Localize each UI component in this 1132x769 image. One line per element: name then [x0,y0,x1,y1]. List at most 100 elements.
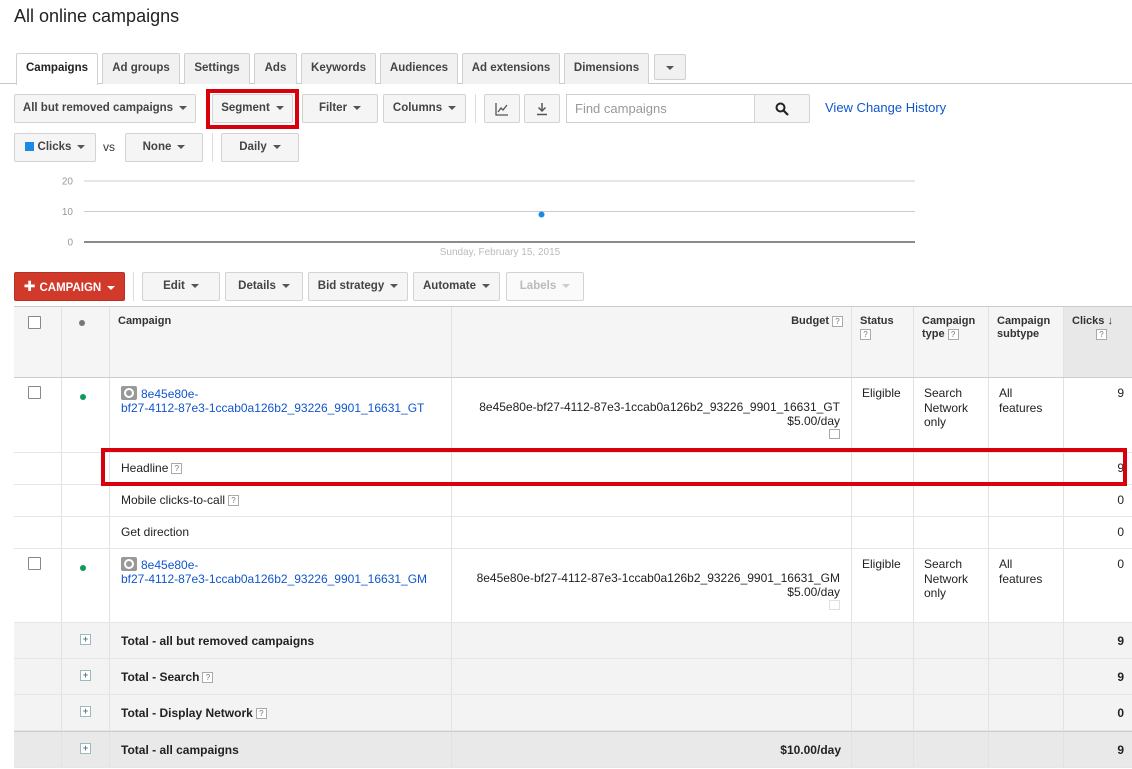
campaign-type-text: Search [924,557,963,571]
help-icon[interactable]: ? [947,328,959,340]
segment-clicks-cell: 0 [1063,517,1132,548]
labels-button[interactable]: Labels [506,272,584,301]
help-icon[interactable]: ? [832,315,843,327]
segment-button[interactable]: Segment [212,94,293,123]
expand-icon[interactable]: + [80,670,91,681]
help-icon[interactable]: ? [1096,328,1107,340]
filter-label: Filter [318,102,348,114]
help-icon[interactable]: ? [202,672,214,684]
header-clicks[interactable]: Clicks ↓? [1063,307,1132,377]
header-campaign-type[interactable]: Campaign type? [913,307,988,377]
budget-cell: 8e45e80e-bf27-4112-87e3-1ccab0a126b2_932… [451,378,851,452]
expand-icon[interactable]: + [80,634,91,645]
campaign-name-cell: 8e45e80e-bf27-4112-87e3-1ccab0a126b2_932… [109,549,451,622]
filter-button[interactable]: Filter [302,94,378,123]
columns-button[interactable]: Columns [383,94,466,123]
tab-settings[interactable]: Settings [184,53,250,84]
budget-amount[interactable]: $5.00/day [787,414,840,428]
header-status[interactable]: Status? [851,307,913,377]
help-icon[interactable]: ? [860,328,871,340]
total-empty-cell [851,732,913,767]
row-checkbox[interactable] [28,386,41,399]
chart-data-point[interactable] [538,211,545,218]
total-clicks-cell: 9 [1063,623,1132,658]
row-checkbox[interactable] [28,557,41,570]
budget-trend-icon[interactable] [829,429,840,439]
total-budget-cell [451,659,851,694]
budget-trend-icon[interactable] [829,600,840,610]
total-label: Total - Search [121,670,200,684]
enabled-status-dot-icon[interactable] [80,565,86,571]
tab-more-button[interactable] [654,54,686,80]
tab-keywords[interactable]: Keywords [301,53,376,84]
add-campaign-button[interactable]: ✚ CAMPAIGN [14,272,125,301]
metric1-dropdown[interactable]: Clicks [14,133,96,162]
metric2-dropdown[interactable]: None [125,133,203,162]
campaign-subtype-text: features [999,400,1043,415]
tab-audiences[interactable]: Audiences [380,53,458,84]
enabled-status-dot-icon[interactable] [80,394,86,400]
total-empty-cell [988,732,1063,767]
campaign-name-link[interactable]: 8e45e80e- [141,387,198,401]
campaign-name-link[interactable]: bf27-4112-87e3-1ccab0a126b2_93226_9901_1… [121,572,427,586]
total-expand-cell: + [61,732,109,767]
segment-empty-cell [913,485,988,516]
edit-button[interactable]: Edit [142,272,220,301]
segment-label: Mobile clicks-to-call [121,493,226,507]
expand-icon[interactable]: + [80,706,91,717]
search-button[interactable] [754,94,810,123]
help-icon[interactable]: ? [255,708,267,720]
period-dropdown[interactable]: Daily [221,133,299,162]
tab-dimensions[interactable]: Dimensions [564,53,649,84]
status-dot-icon [79,320,85,326]
find-campaigns-input[interactable] [566,94,755,123]
chart-toggle-button[interactable] [484,94,520,123]
campaign-type-cell: Search Network only [913,378,988,452]
details-button[interactable]: Details [225,272,303,301]
automate-button[interactable]: Automate [413,272,500,301]
header-status-label: Status [860,315,894,327]
budget-amount[interactable]: $5.00/day [787,585,840,599]
chevron-down-icon [177,144,186,149]
campaign-type-cell: Search Network only [913,549,988,622]
tab-campaigns[interactable]: Campaigns [16,53,98,85]
campaign-name-link[interactable]: 8e45e80e- [141,558,198,572]
campaign-scope-dropdown[interactable]: All but removed campaigns [14,94,196,123]
campaign-name-link[interactable]: bf27-4112-87e3-1ccab0a126b2_93226_9901_1… [121,401,424,415]
line-chart-icon [495,103,508,116]
period-label: Daily [239,141,267,153]
tab-ad-extensions[interactable]: Ad extensions [462,53,560,84]
help-icon[interactable]: ? [228,495,240,507]
campaign-subtype-text: features [999,571,1043,586]
row-status-cell [61,549,109,622]
header-campaign-type-label: type [922,328,945,340]
edit-label: Edit [163,280,185,292]
view-change-history-link[interactable]: View Change History [825,100,946,115]
chart-control-divider [212,133,213,162]
total-label-cell: Total - all but removed campaigns [109,623,451,658]
select-all-checkbox[interactable] [28,316,41,329]
expand-icon[interactable]: + [80,743,91,754]
segment-empty-cell [851,517,913,548]
bid-strategy-label: Bid strategy [317,280,385,292]
header-budget[interactable]: Budget? [451,307,851,377]
chevron-down-icon [390,283,399,288]
total-row: + Total - all but removed campaigns 9 [14,623,1132,659]
download-button[interactable] [524,94,560,123]
header-campaign-subtype[interactable]: Campaign subtype [988,307,1063,377]
chevron-down-icon [448,105,457,110]
metric-color-swatch [24,142,34,151]
budget-name: 8e45e80e-bf27-4112-87e3-1ccab0a126b2_932… [479,400,840,414]
header-campaign[interactable]: Campaign [109,307,451,377]
download-icon [537,103,547,116]
tab-ad-groups[interactable]: Ad groups [102,53,180,84]
search-icon [775,102,789,116]
total-empty-cell [913,695,988,730]
segment-spacer-cell [61,517,109,548]
total-empty-cell [913,732,988,767]
total-empty-cell [988,695,1063,730]
bid-strategy-button[interactable]: Bid strategy [308,272,408,301]
chevron-down-icon [281,283,290,288]
chevron-down-icon [77,144,86,149]
tab-ads[interactable]: Ads [254,53,297,84]
